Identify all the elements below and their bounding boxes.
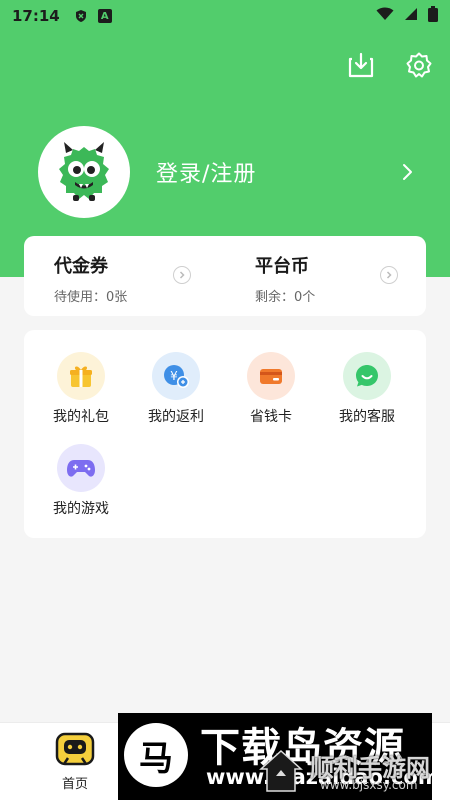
card-icon — [247, 352, 295, 400]
svg-text:¥: ¥ — [170, 369, 178, 383]
service-item-games[interactable]: 我的游戏 — [34, 444, 128, 518]
wifi-icon — [376, 7, 394, 25]
watermark-brand: 顺利手游网 www.bjsxsy.com — [258, 748, 448, 800]
status-bar: 17:14 A — [0, 0, 450, 32]
service-item-card[interactable]: 省钱卡 — [224, 352, 318, 426]
coin-balance: 剩余：0个 — [255, 290, 316, 305]
service-item-gift[interactable]: 我的礼包 — [34, 352, 128, 426]
home-icon — [55, 732, 95, 766]
chevron-right-circle-icon — [380, 266, 398, 284]
settings-button[interactable] — [402, 48, 436, 82]
gear-icon — [406, 52, 432, 78]
service-item-support[interactable]: 我的客服 — [320, 352, 414, 426]
voucher-title: 代金券 — [54, 256, 108, 277]
battery-icon — [428, 6, 438, 26]
service-label: 我的游戏 — [53, 501, 109, 517]
watermark-logo-char: 马 — [139, 738, 173, 779]
service-label: 我的客服 — [339, 409, 395, 425]
service-label: 省钱卡 — [250, 409, 292, 425]
service-label: 我的礼包 — [53, 409, 109, 425]
wallet-card: 代金券 待使用：0张 平台币 剩余：0个 — [24, 236, 426, 316]
chat-icon — [343, 352, 391, 400]
login-row[interactable]: 登录/注册 — [38, 126, 418, 218]
shield-notification-icon — [74, 9, 88, 23]
tab-home-label: 首页 — [61, 777, 88, 792]
service-item-rebate[interactable]: ¥ 我的返利 — [129, 352, 223, 426]
download-icon — [348, 52, 374, 78]
watermark-brand-url: www.bjsxsy.com — [320, 778, 418, 792]
voucher-count: 待使用：0张 — [54, 290, 128, 305]
gift-icon — [57, 352, 105, 400]
chevron-right-icon — [396, 161, 418, 183]
status-time: 17:14 — [12, 7, 60, 25]
signal-icon — [404, 7, 418, 25]
a-notification-icon: A — [97, 9, 112, 23]
header-actions — [344, 48, 436, 82]
watermark-logo: 马 — [124, 723, 188, 787]
download-button[interactable] — [344, 48, 378, 82]
coin-entry[interactable]: 平台币 剩余：0个 — [225, 236, 426, 316]
login-register-link[interactable]: 登录/注册 — [156, 156, 256, 188]
coin-title: 平台币 — [255, 256, 309, 277]
chevron-right-circle-icon — [173, 266, 191, 284]
house-logo-icon — [259, 749, 303, 792]
voucher-entry[interactable]: 代金券 待使用：0张 — [24, 236, 225, 316]
monster-avatar-icon — [59, 142, 109, 201]
service-label: 我的返利 — [148, 409, 204, 425]
a-notification-label: A — [100, 10, 109, 22]
avatar[interactable] — [38, 126, 130, 218]
tab-home[interactable]: 首页 — [50, 731, 100, 792]
gamepad-icon — [57, 444, 105, 492]
rebate-icon: ¥ — [152, 352, 200, 400]
services-grid: 我的礼包 ¥ 我的返利 省钱卡 我的客服 我的游戏 — [24, 330, 426, 538]
